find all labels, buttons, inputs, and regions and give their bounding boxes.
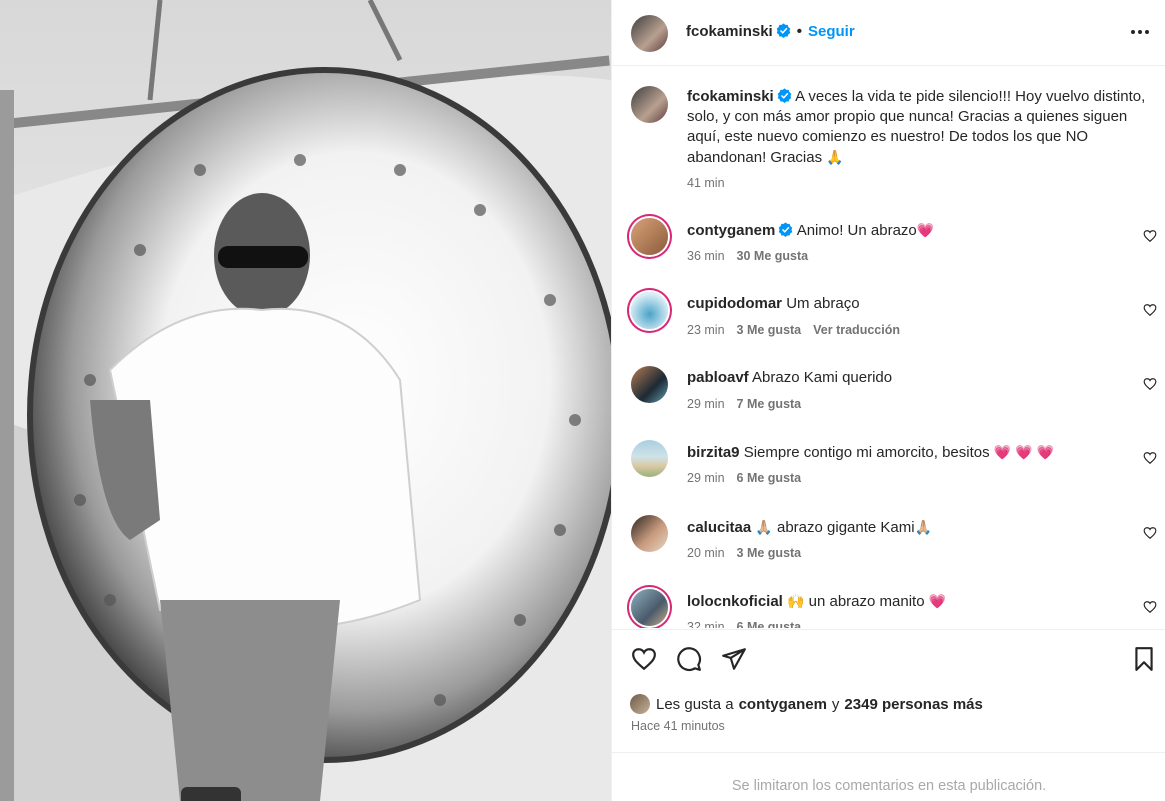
heart-icon[interactable] — [1143, 451, 1157, 465]
comment-likes[interactable]: 30 Me gusta — [737, 249, 809, 263]
comment-username[interactable]: calucitaa — [687, 519, 751, 536]
comment-meta: 32 min 6 Me gusta — [687, 620, 801, 628]
comment-username[interactable]: lolocnkoficial — [687, 593, 783, 610]
caption-author[interactable]: fcokaminski — [687, 88, 774, 105]
likes-conj: y — [831, 695, 840, 713]
separator-dot: • — [796, 23, 802, 40]
caption-text: fcokaminski A veces la vida te pide sile… — [687, 87, 1146, 168]
commenter-avatar[interactable] — [631, 589, 668, 626]
comment-text: Abrazo Kami querido — [752, 369, 893, 386]
commenter-avatar[interactable] — [631, 515, 668, 552]
comment-row: lolocnkoficial 🙌 un abrazo manito 💗 32 m… — [612, 587, 1165, 628]
comment-username[interactable]: cupidodomar — [687, 295, 782, 312]
heart-icon[interactable] — [1143, 229, 1157, 243]
comment-icon[interactable] — [676, 646, 702, 672]
comment-text: un abrazo manito — [808, 593, 925, 610]
comment-row: birzita9 Siempre contigo mi amorcito, be… — [612, 438, 1165, 498]
comment-likes[interactable]: 6 Me gusta — [737, 471, 802, 485]
comment-emoji-before: 🙌 — [787, 593, 805, 609]
comment-meta: 23 min 3 Me gusta Ver traducción — [687, 323, 900, 337]
verified-icon — [777, 88, 791, 103]
comment-likes[interactable]: 6 Me gusta — [737, 620, 802, 628]
likes-user[interactable]: contyganem — [739, 696, 827, 713]
comment-emoji: 🙏🏼 — [914, 519, 933, 535]
comment-username[interactable]: contyganem — [687, 222, 775, 239]
verified-icon — [776, 23, 790, 38]
comment-time: 29 min — [687, 471, 725, 485]
commenter-avatar[interactable] — [631, 366, 668, 403]
comment-row: cupidodomar Um abraço 23 min 3 Me gusta Ve… — [612, 290, 1165, 350]
comment-row: calucitaa 🙏🏼 abrazo gigante Kami🙏🏼 20 mi… — [612, 513, 1165, 573]
action-bar: Les gusta a contyganem y 2349 personas m… — [612, 629, 1165, 752]
author-avatar[interactable] — [631, 86, 668, 123]
comment-likes[interactable]: 7 Me gusta — [737, 397, 802, 411]
commenter-avatar[interactable] — [631, 440, 668, 477]
likes-prefix: Les gusta a — [656, 695, 734, 713]
post-timestamp[interactable]: Hace 41 minutos — [631, 719, 725, 733]
comments-limited-notice: Se limitaron los comentarios en esta pub… — [612, 752, 1165, 801]
comment-time: 20 min — [687, 546, 725, 560]
caption-emoji: 🙏 — [826, 149, 844, 165]
comment-time: 36 min — [687, 249, 725, 263]
comment-row: pabloavf Abrazo Kami querido 29 min 7 Me … — [612, 364, 1165, 424]
comment-emoji-before: 🙏🏼 — [755, 519, 773, 535]
heart-icon[interactable] — [1143, 377, 1157, 391]
follow-button[interactable]: Seguir — [808, 23, 855, 40]
comment-time: 29 min — [687, 397, 725, 411]
comment-username[interactable]: birzita9 — [687, 444, 740, 461]
comment-meta: 36 min 30 Me gusta — [687, 249, 808, 263]
commenter-avatar[interactable] — [631, 218, 668, 255]
comment-emoji: 💗 💗 💗 — [993, 444, 1054, 460]
comment-meta: 29 min 6 Me gusta — [687, 471, 801, 485]
comment-likes[interactable]: 3 Me gusta — [737, 546, 802, 560]
post-header: fcokaminski • Seguir — [612, 0, 1165, 66]
comment-time: 32 min — [687, 620, 725, 628]
header-line: fcokaminski • Seguir — [686, 23, 855, 40]
comment-text: Um abraço — [786, 295, 860, 312]
post-photo — [0, 0, 611, 801]
comment-meta: 20 min 3 Me gusta — [687, 546, 801, 560]
commenter-avatar[interactable] — [631, 292, 668, 329]
comment-row: contyganem Animo! Un abrazo💗 36 min 30 Me… — [612, 216, 1165, 276]
author-username[interactable]: fcokaminski — [686, 23, 773, 40]
likes-others[interactable]: 2349 personas más — [844, 696, 982, 713]
post-image[interactable] — [0, 0, 611, 801]
translate-link[interactable]: Ver traducción — [813, 323, 900, 337]
share-icon[interactable] — [721, 646, 747, 672]
author-avatar[interactable] — [631, 15, 668, 52]
comment-text: Animo! Un abrazo — [796, 222, 917, 239]
comments-list[interactable]: fcokaminski A veces la vida te pide sile… — [612, 67, 1165, 628]
verified-icon — [779, 222, 793, 237]
like-heart-icon[interactable] — [631, 646, 657, 672]
comment-likes[interactable]: 3 Me gusta — [737, 323, 802, 337]
heart-icon[interactable] — [1143, 526, 1157, 540]
comment-text: abrazo gigante Kami — [777, 519, 915, 536]
comment-emoji: 💗 — [916, 222, 935, 238]
media-overlay-tab — [181, 787, 241, 801]
comment-time: 23 min — [687, 323, 725, 337]
comment-meta: 29 min 7 Me gusta — [687, 397, 801, 411]
caption-time: 41 min — [687, 176, 725, 190]
comments-limited-text: Se limitaron los comentarios en esta pub… — [731, 778, 1047, 794]
post-panel: fcokaminski • Seguir fcokaminski A veces l… — [611, 0, 1165, 801]
heart-icon[interactable] — [1143, 600, 1157, 614]
save-icon[interactable] — [1131, 646, 1157, 672]
comment-text: Siempre contigo mi amorcito, besitos — [743, 444, 990, 461]
comment-emoji: 💗 — [928, 593, 947, 609]
heart-icon[interactable] — [1143, 303, 1157, 317]
more-icon[interactable] — [1128, 22, 1152, 42]
comment-username[interactable]: pabloavf — [687, 369, 749, 386]
caption-row: fcokaminski A veces la vida te pide sile… — [612, 86, 1165, 196]
likes-summary: Les gusta a contyganem y 2349 personas m… — [630, 694, 988, 714]
liker-avatar[interactable] — [630, 694, 650, 714]
